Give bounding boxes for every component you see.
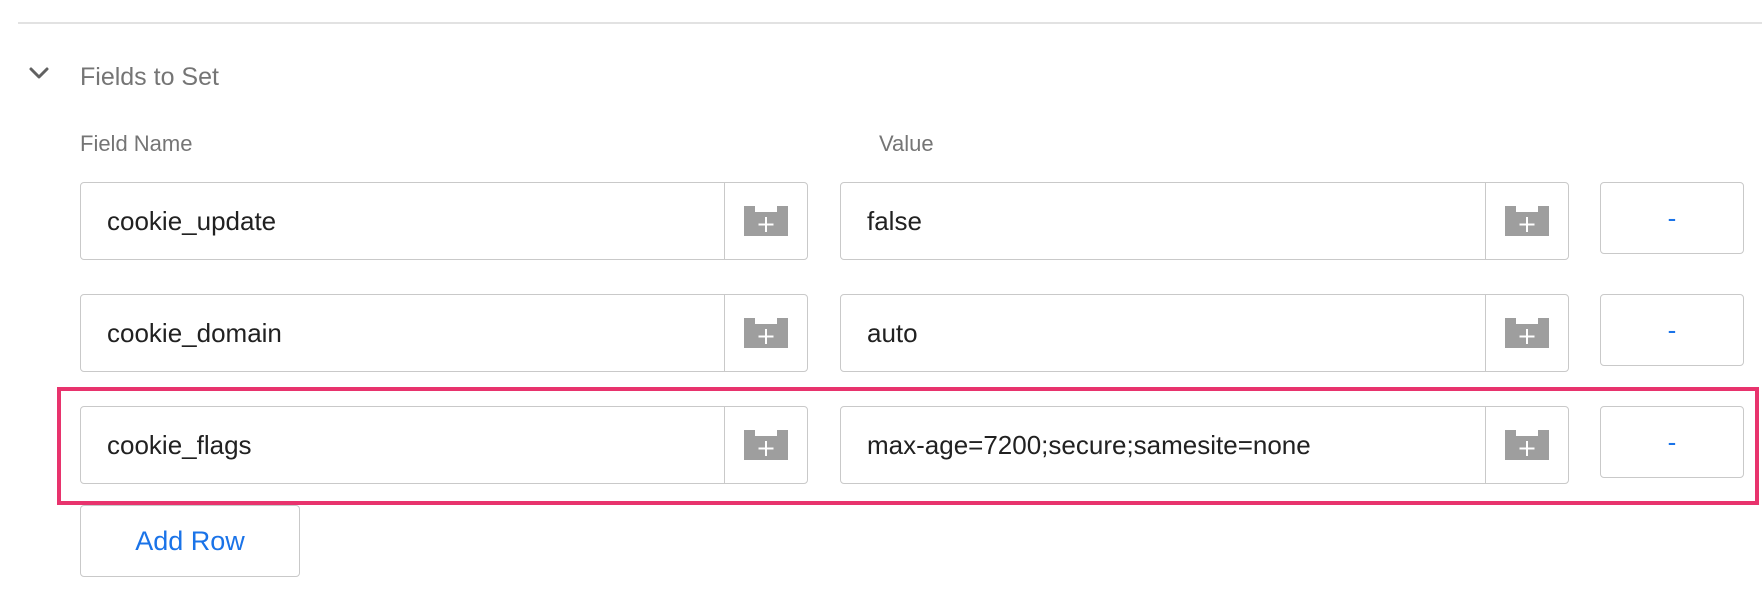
remove-row-button[interactable]: - (1600, 294, 1744, 366)
value-input[interactable]: auto (840, 294, 1569, 372)
value-text: false (867, 206, 922, 236)
top-divider (18, 22, 1762, 24)
value-text: max-age=7200;secure;samesite=none (867, 430, 1311, 460)
field-row: cookie_domain auto - (0, 294, 1762, 374)
field-row: cookie_update false - (0, 182, 1762, 262)
variable-picker-icon[interactable] (1485, 295, 1568, 371)
variable-picker-icon[interactable] (1485, 407, 1568, 483)
field-name-text: cookie_flags (107, 430, 252, 460)
chevron-down-icon[interactable] (27, 64, 51, 84)
variable-picker-icon[interactable] (1485, 183, 1568, 259)
variable-picker-icon[interactable] (724, 295, 807, 371)
field-name-input[interactable]: cookie_update (80, 182, 808, 260)
section-title[interactable]: Fields to Set (80, 62, 219, 92)
field-row: cookie_flags max-age=7200;secure;samesit… (0, 406, 1762, 486)
value-input[interactable]: false (840, 182, 1569, 260)
remove-row-button[interactable]: - (1600, 406, 1744, 478)
remove-row-button[interactable]: - (1600, 182, 1744, 254)
field-name-text: cookie_update (107, 206, 277, 236)
variable-picker-icon[interactable] (724, 407, 807, 483)
value-text: auto (867, 318, 918, 348)
fields-to-set-panel: Fields to Set Field Name Value cookie_up… (0, 0, 1762, 598)
value-header: Value (879, 131, 934, 156)
field-name-text: cookie_domain (107, 318, 282, 348)
value-input[interactable]: max-age=7200;secure;samesite=none (840, 406, 1569, 484)
variable-picker-icon[interactable] (724, 183, 807, 259)
add-row-button[interactable]: Add Row (80, 505, 300, 577)
field-name-header: Field Name (80, 131, 193, 156)
field-name-input[interactable]: cookie_flags (80, 406, 808, 484)
field-name-input[interactable]: cookie_domain (80, 294, 808, 372)
